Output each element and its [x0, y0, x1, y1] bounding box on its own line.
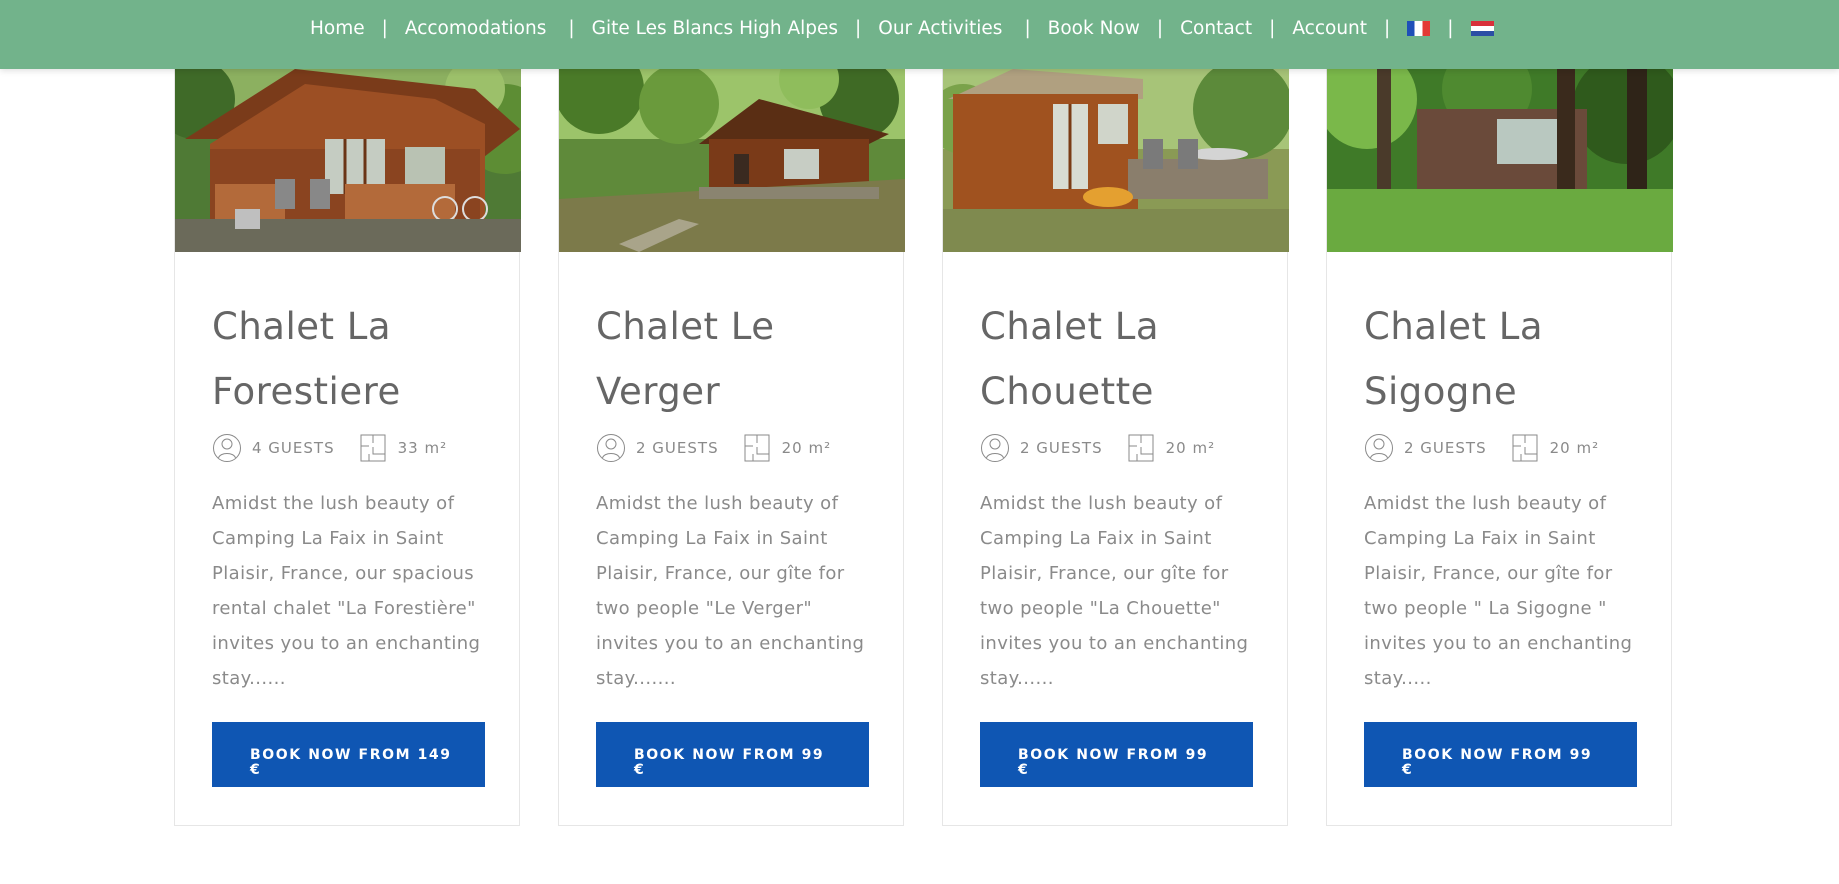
chalet-meta: 4 GUESTS 33 m² [212, 433, 447, 463]
nav-separator: | [1024, 17, 1031, 39]
chalet-meta: 2 GUESTS 20 m² [980, 433, 1215, 463]
chalet-title[interactable]: Chalet La Chouette [980, 294, 1260, 424]
book-now-button[interactable]: BOOK NOW FROM 149 € [212, 722, 485, 787]
floor-plan-icon [1512, 434, 1538, 462]
nav-separator: | [1384, 17, 1391, 39]
guests-icon [596, 433, 626, 463]
chalet-description: Amidst the lush beauty of Camping La Fai… [212, 493, 481, 689]
chalet-photo[interactable] [943, 69, 1289, 252]
floor-plan-icon [360, 434, 386, 462]
nav-item-account[interactable]: Account [1292, 18, 1367, 39]
guests-icon [980, 433, 1010, 463]
chalet-chouette-photo [943, 69, 1289, 252]
chalet-card: Chalet La Sigogne 2 GUESTS 20 m² Amidst … [1326, 69, 1673, 826]
nav-item-accomodations[interactable]: Accomodations [405, 18, 547, 39]
guests-count: 2 GUESTS [1404, 439, 1487, 457]
floor-plan-icon [744, 434, 770, 462]
chalet-title[interactable]: Chalet Le Verger [596, 294, 876, 424]
area-size: 20 m² [1549, 439, 1600, 457]
nav-separator: | [1156, 17, 1164, 39]
book-now-button[interactable]: BOOK NOW FROM 99 € [596, 722, 869, 787]
guests-icon [212, 433, 242, 463]
chalet-description: Amidst the lush beauty of Camping La Fai… [1364, 493, 1633, 689]
guests-count: 2 GUESTS [1020, 439, 1103, 457]
guests-count: 2 GUESTS [636, 439, 719, 457]
nav-separator: | [855, 17, 862, 39]
flag-france-icon[interactable] [1407, 20, 1431, 36]
chalet-title[interactable]: Chalet La Forestiere [212, 294, 492, 424]
guests-count: 4 GUESTS [252, 439, 335, 457]
chalet-photo[interactable] [559, 69, 905, 252]
chalet-description: Amidst the lush beauty of Camping La Fai… [596, 493, 865, 689]
nav-separator: | [1447, 17, 1454, 39]
nav-item-our-activities[interactable]: Our Activities [878, 18, 1002, 39]
book-now-button[interactable]: BOOK NOW FROM 99 € [980, 722, 1253, 787]
chalet-forestiere-photo [175, 69, 521, 252]
main-nav: Home | Accomodations | Gite Les Blancs H… [310, 16, 1494, 40]
chalet-title[interactable]: Chalet La Sigogne [1364, 294, 1644, 424]
nav-separator: | [1269, 17, 1276, 39]
chalet-sigogne-photo [1327, 69, 1673, 252]
nav-item-book-now[interactable]: Book Now [1048, 18, 1140, 39]
chalet-photo[interactable] [175, 69, 521, 252]
guests-icon [1364, 433, 1394, 463]
chalet-meta: 2 GUESTS 20 m² [1364, 433, 1599, 463]
chalet-card: Chalet La Forestiere 4 GUESTS 33 m² Amid… [174, 69, 521, 826]
area-size: 20 m² [1165, 439, 1216, 457]
chalet-card: Chalet Le Verger 2 GUESTS 20 m² Amidst t… [558, 69, 905, 826]
nav-separator: | [381, 17, 388, 39]
site-header: Home | Accomodations | Gite Les Blancs H… [0, 0, 1839, 69]
floor-plan-icon [1128, 434, 1154, 462]
chalet-photo[interactable] [1327, 69, 1673, 252]
chalet-meta: 2 GUESTS 20 m² [596, 433, 831, 463]
area-size: 20 m² [781, 439, 832, 457]
nav-item-home[interactable]: Home [310, 18, 365, 39]
chalet-card: Chalet La Chouette 2 GUESTS 20 m² Amidst… [942, 69, 1289, 826]
flag-netherlands-icon[interactable] [1470, 20, 1494, 36]
nav-item-gite-les-blancs[interactable]: Gite Les Blancs High Alpes [592, 18, 838, 39]
nav-separator: | [568, 17, 575, 39]
nav-item-contact[interactable]: Contact [1180, 18, 1252, 39]
area-size: 33 m² [397, 439, 448, 457]
chalet-verger-photo [559, 69, 905, 252]
book-now-button[interactable]: BOOK NOW FROM 99 € [1364, 722, 1637, 787]
chalet-description: Amidst the lush beauty of Camping La Fai… [980, 493, 1249, 689]
